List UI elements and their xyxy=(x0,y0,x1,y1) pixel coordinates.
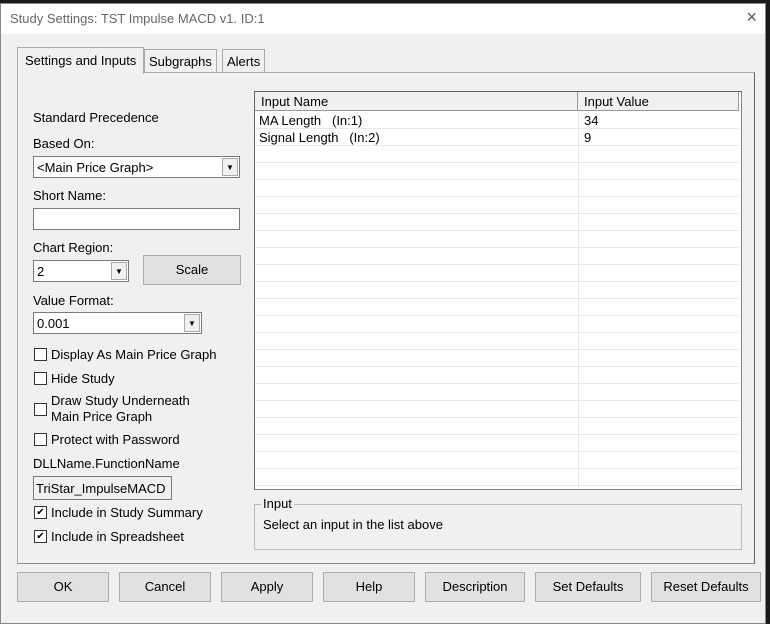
display-as-main-label: Display As Main Price Graph xyxy=(51,347,217,362)
table-row[interactable] xyxy=(255,197,739,214)
set-defaults-button[interactable]: Set Defaults xyxy=(535,572,641,602)
display-as-main-checkbox[interactable] xyxy=(34,348,47,361)
draw-underneath-label: Draw Study Underneath xyxy=(51,393,190,408)
based-on-label: Based On: xyxy=(33,136,95,151)
reset-defaults-button[interactable]: Reset Defaults xyxy=(651,572,761,602)
hide-study-checkbox[interactable] xyxy=(34,372,47,385)
chevron-down-icon[interactable]: ▼ xyxy=(111,262,127,280)
cancel-button[interactable]: Cancel xyxy=(119,572,211,602)
inputs-grid[interactable]: Input Name Input Value MA Length (In:1) 3… xyxy=(254,91,742,490)
table-row[interactable] xyxy=(255,231,739,248)
help-button[interactable]: Help xyxy=(323,572,415,602)
value-format-label: Value Format: xyxy=(33,293,114,308)
protect-password-label: Protect with Password xyxy=(51,432,180,447)
table-row[interactable] xyxy=(255,367,739,384)
window-title: Study Settings: TST Impulse MACD v1. ID:… xyxy=(10,11,265,26)
table-row[interactable]: MA Length (In:1) 34 xyxy=(255,112,739,129)
input-group-title: Input xyxy=(261,496,294,511)
include-summary-checkbox[interactable]: ✔ xyxy=(34,506,47,519)
chart-region-select[interactable]: 2 ▼ xyxy=(33,260,129,282)
input-group-text: Select an input in the list above xyxy=(263,517,443,532)
input-value-cell[interactable]: 34 xyxy=(584,113,598,128)
include-summary-label: Include in Study Summary xyxy=(51,505,203,520)
tab-settings-and-inputs[interactable]: Settings and Inputs xyxy=(17,47,145,74)
table-row[interactable] xyxy=(255,180,739,197)
scale-button[interactable]: Scale xyxy=(143,255,241,285)
based-on-select[interactable]: <Main Price Graph> ▼ xyxy=(33,156,240,178)
standard-precedence-label: Standard Precedence xyxy=(33,110,159,125)
chevron-down-icon[interactable]: ▼ xyxy=(184,314,200,332)
table-row[interactable] xyxy=(255,333,739,350)
column-header-input-value[interactable]: Input Value xyxy=(578,92,739,111)
value-format-value: 0.001 xyxy=(37,316,70,331)
input-description-group: Input Select an input in the list above xyxy=(254,496,742,550)
draw-underneath-checkbox[interactable] xyxy=(34,403,47,416)
table-row[interactable] xyxy=(255,316,739,333)
table-row[interactable] xyxy=(255,163,739,180)
description-button[interactable]: Description xyxy=(425,572,525,602)
table-row[interactable] xyxy=(255,452,739,469)
draw-underneath-label-line2: Main Price Graph xyxy=(51,409,153,424)
include-spreadsheet-checkbox[interactable]: ✔ xyxy=(34,530,47,543)
table-row[interactable] xyxy=(255,401,739,418)
chevron-down-icon[interactable]: ▼ xyxy=(222,158,238,176)
close-icon[interactable]: × xyxy=(746,7,757,28)
table-row[interactable] xyxy=(255,214,739,231)
value-format-select[interactable]: 0.001 ▼ xyxy=(33,312,202,334)
table-row[interactable] xyxy=(255,469,739,486)
table-row[interactable] xyxy=(255,282,739,299)
based-on-value: <Main Price Graph> xyxy=(37,160,154,175)
chart-region-label: Chart Region: xyxy=(33,240,114,255)
table-row[interactable] xyxy=(255,299,739,316)
tab-alerts[interactable]: Alerts xyxy=(222,49,266,73)
tab-subgraphs[interactable]: Subgraphs xyxy=(144,49,217,73)
protect-password-checkbox[interactable] xyxy=(34,433,47,446)
table-row[interactable] xyxy=(255,248,739,265)
dll-name-label: DLLName.FunctionName xyxy=(33,456,180,471)
chart-region-value: 2 xyxy=(37,264,45,279)
short-name-input[interactable] xyxy=(33,208,240,230)
dll-name-field[interactable]: TriStar_ImpulseMACD xyxy=(33,476,172,500)
table-row[interactable] xyxy=(255,265,739,282)
short-name-label: Short Name: xyxy=(33,188,106,203)
apply-button[interactable]: Apply xyxy=(221,572,313,602)
title-bar: Study Settings: TST Impulse MACD v1. ID:… xyxy=(1,4,765,34)
hide-study-label: Hide Study xyxy=(51,371,115,386)
include-spreadsheet-label: Include in Spreadsheet xyxy=(51,529,184,544)
input-value-cell[interactable]: 9 xyxy=(584,130,591,145)
table-row[interactable] xyxy=(255,418,739,435)
input-name-cell[interactable]: MA Length (In:1) xyxy=(259,113,362,128)
table-row[interactable] xyxy=(255,146,739,163)
table-row[interactable] xyxy=(255,350,739,367)
table-row[interactable] xyxy=(255,384,739,401)
column-header-input-name[interactable]: Input Name xyxy=(255,92,578,111)
input-name-cell[interactable]: Signal Length (In:2) xyxy=(259,130,380,145)
study-settings-dialog: Study Settings: TST Impulse MACD v1. ID:… xyxy=(0,3,766,624)
table-row[interactable] xyxy=(255,435,739,452)
table-row[interactable]: Signal Length (In:2) 9 xyxy=(255,129,739,146)
ok-button[interactable]: OK xyxy=(17,572,109,602)
